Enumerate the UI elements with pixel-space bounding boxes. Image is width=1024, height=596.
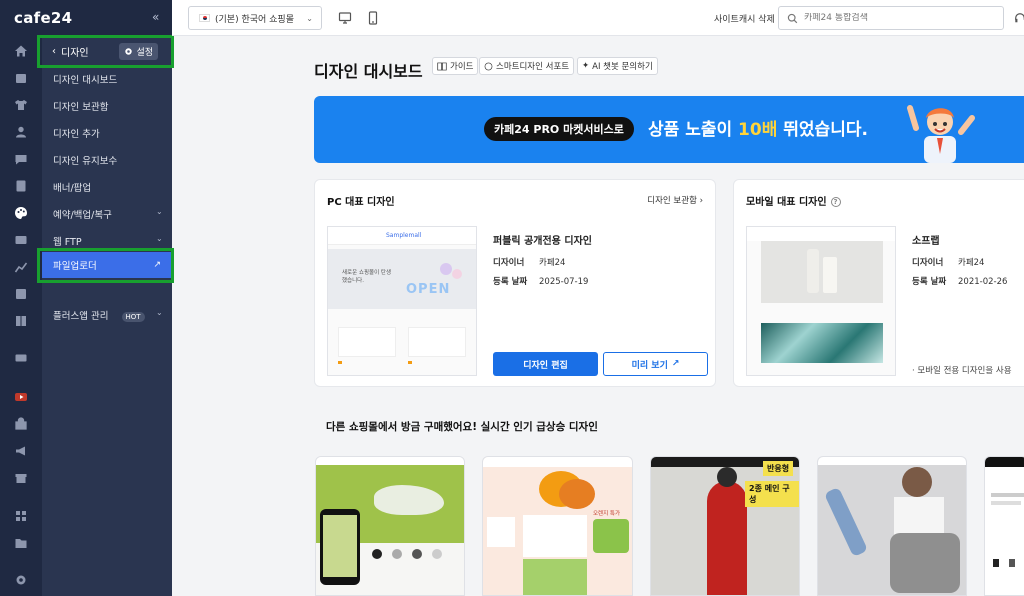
design-edit-button[interactable]: 디자인 편집 (493, 352, 598, 376)
cheering-character-illustration (907, 105, 975, 163)
sidebar-item-plusapp[interactable]: 플러스앱 관리 HOT ⌄ (53, 308, 163, 322)
pc-design-card: PC 대표 디자인 디자인 보관함 › Samplemall 새로운 쇼핑몰이 … (314, 179, 716, 387)
apps-icon[interactable] (13, 508, 29, 524)
thumb-open-text: OPEN (406, 282, 451, 297)
desktop-icon[interactable] (338, 11, 352, 25)
chat-icon[interactable] (13, 151, 29, 167)
external-link-icon: ↗ (671, 359, 680, 369)
search-input[interactable] (804, 13, 994, 23)
main-content: 디자인 대시보드 가이드 스마트디자인 서포트 ✦ AI 챗봇 문의하기 카페2… (172, 36, 1024, 596)
trending-design-tile[interactable] (817, 456, 967, 596)
help-icon[interactable]: ? (830, 197, 841, 207)
sidebar-item-label: 플러스앱 관리 (53, 311, 109, 322)
preview-label: 미리 보기 (631, 360, 668, 371)
icon-rail (0, 0, 42, 596)
trending-design-tile[interactable]: 오렌지 특가 (482, 456, 633, 596)
sidebar-item-reserve-backup[interactable]: 예약/백업/복구 ⌄ (53, 207, 163, 221)
guide-chip[interactable]: 가이드 (432, 57, 479, 75)
chip-label: 가이드 (450, 62, 474, 72)
mobile-date-row: 등록 날짜 2021-02-26 (912, 277, 1008, 287)
book-icon (437, 62, 447, 70)
main-layout-badge: 2종 메인 구성 (745, 481, 799, 507)
sidebar-item-web-ftp[interactable]: 웹 FTP ⌄ (53, 234, 163, 248)
mobile-icon[interactable] (366, 11, 380, 25)
chevron-down-icon: ⌄ (306, 13, 313, 23)
chip-label: 스마트디자인 서포트 (496, 62, 570, 72)
mobile-designer-row: 디자이너 카페24 (912, 258, 985, 268)
mall-select[interactable]: (기본) 한국어 쇼핑몰 ⌄ (188, 6, 322, 30)
pc-designer-row: 디자이너 카페24 (493, 258, 566, 268)
preview-button[interactable]: 미리 보기 ↗ (603, 352, 708, 376)
responsive-badge: 반응형 (763, 461, 794, 476)
chevron-down-icon: ⌄ (156, 207, 163, 216)
hot-badge: HOT (121, 312, 145, 322)
document-icon[interactable] (13, 178, 29, 194)
sidebar-item-label: 웹 FTP (53, 237, 82, 248)
pc-design-name: 퍼블릭 공개전용 디자인 (493, 236, 592, 247)
coupon-icon[interactable] (13, 350, 29, 366)
chevron-down-icon: ⌄ (156, 234, 163, 243)
mall-select-value: (기본) 한국어 쇼핑몰 (215, 14, 294, 25)
mobile-design-card: 모바일 대표 디자인? 소프랩 디자이너 카페24 등록 날짜 2021-02-26… (733, 179, 1024, 387)
card-icon[interactable] (13, 232, 29, 248)
trending-design-tile[interactable] (984, 456, 1024, 596)
top-header: (기본) 한국어 쇼핑몰 ⌄ 사이트캐시 삭제 (172, 0, 1024, 36)
folder-icon[interactable] (13, 535, 29, 551)
shirt-icon[interactable] (13, 97, 29, 113)
trending-design-tile[interactable]: 반응형 2종 메인 구성 (650, 456, 800, 596)
search-icon (787, 13, 798, 23)
sidebar-item-design-maintenance[interactable]: 디자인 유지보수 (53, 153, 117, 167)
sparkle-icon: ✦ (582, 61, 590, 71)
collapse-sidebar-button[interactable]: « (152, 10, 159, 24)
cafe24-logo[interactable]: cafe24 (14, 9, 72, 27)
thumb-brand: Samplemall (386, 232, 422, 239)
mobile-card-title: 모바일 대표 디자인? (746, 193, 841, 208)
pc-card-title: PC 대표 디자인 (327, 197, 395, 208)
highlight-box-design-header (37, 35, 174, 68)
mobile-design-name: 소프랩 (912, 236, 940, 247)
trending-design-tile[interactable] (315, 456, 465, 596)
user-icon[interactable] (13, 124, 29, 140)
highlight-box-file-uploader (37, 248, 174, 283)
page-title: 디자인 대시보드 (314, 62, 423, 81)
banner-pill: 카페24 PRO 마켓서비스로 (484, 117, 634, 141)
global-search[interactable] (778, 6, 1004, 30)
trending-section-title: 다른 쇼핑몰에서 방금 구매했어요! 실시간 인기 급상승 디자인 (326, 421, 598, 433)
thumb-text: 새로운 쇼핑몰이 탄생했습니다. (342, 270, 392, 284)
book-icon[interactable] (13, 313, 29, 329)
palette-icon[interactable] (13, 205, 29, 221)
ai-chatbot-chip[interactable]: ✦ AI 챗봇 문의하기 (577, 57, 658, 75)
banner-headline: 상품 노출이 10배 뛰었습니다. (648, 120, 868, 140)
chip-label: AI 챗봇 문의하기 (592, 62, 653, 72)
gear-icon[interactable] (13, 572, 29, 588)
mobile-design-thumbnail[interactable] (746, 226, 896, 376)
design-storage-link[interactable]: 디자인 보관함 › (647, 194, 703, 206)
korea-flag-icon (199, 14, 210, 22)
palette-icon (484, 62, 493, 70)
pc-date-row: 등록 날짜 2025-07-19 (493, 277, 589, 287)
mobile-note: · 모바일 전용 디자인을 사용 (912, 366, 1012, 376)
sidebar-item-label: 예약/백업/복구 (53, 210, 112, 221)
headset-icon[interactable] (1014, 12, 1024, 24)
chart-line-icon[interactable] (13, 259, 29, 275)
smart-design-support-chip[interactable]: 스마트디자인 서포트 (479, 57, 575, 75)
box-icon[interactable] (13, 70, 29, 86)
chart-bar-icon[interactable] (13, 286, 29, 302)
home-icon[interactable] (13, 43, 29, 59)
store-icon[interactable] (13, 470, 29, 486)
megaphone-icon[interactable] (13, 443, 29, 459)
promo-banner[interactable]: 카페24 PRO 마켓서비스로 상품 노출이 10배 뛰었습니다. (314, 96, 1024, 163)
pc-design-thumbnail[interactable]: Samplemall 새로운 쇼핑몰이 탄생했습니다. OPEN (327, 226, 477, 376)
site-cache-delete-button[interactable]: 사이트캐시 삭제 (714, 12, 775, 25)
sidebar-item-design-add[interactable]: 디자인 추가 (53, 126, 100, 140)
shop-icon[interactable] (13, 416, 29, 432)
youtube-icon[interactable] (13, 389, 29, 405)
sidebar-item-design-dashboard[interactable]: 디자인 대시보드 (53, 72, 117, 86)
sidebar-item-banner-popup[interactable]: 배너/팝업 (53, 180, 91, 194)
sidebar-item-design-storage[interactable]: 디자인 보관함 (53, 99, 108, 113)
chevron-down-icon: ⌄ (156, 308, 163, 317)
